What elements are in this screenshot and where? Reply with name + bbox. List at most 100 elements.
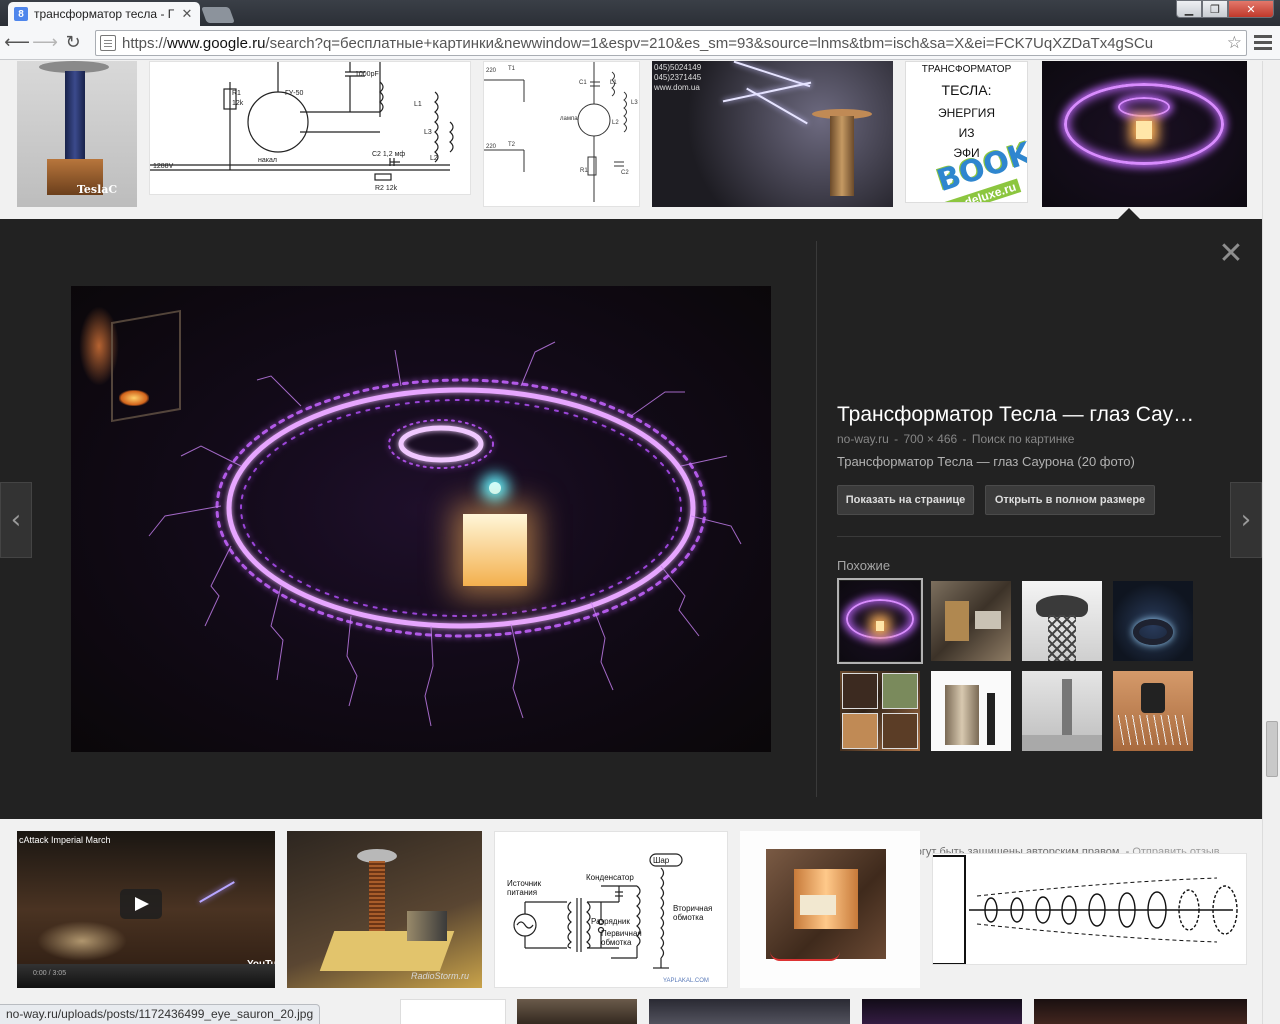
similar-image[interactable]: [1113, 671, 1193, 751]
maximize-icon[interactable]: ❐: [1202, 0, 1228, 18]
result-thumb-partial[interactable]: [400, 999, 506, 1024]
similar-image[interactable]: [1022, 581, 1102, 661]
status-bar: no-way.ru/uploads/posts/1172436499_eye_s…: [0, 1004, 321, 1024]
browser-tab[interactable]: 8 трансформатор тесла - Г ✕: [8, 2, 200, 26]
result-thumb-schematic-lamp[interactable]: 220 T1 220 T2 лампа C1 C2 R1 L1 L3 L2: [483, 61, 640, 207]
similar-image[interactable]: [931, 581, 1011, 661]
watermark: RadioStorm.ru: [411, 971, 470, 981]
new-tab-button[interactable]: [201, 7, 235, 23]
address-bar[interactable]: https://www.google.ru/search?q=бесплатны…: [95, 30, 1247, 56]
selected-indicator: [1118, 208, 1140, 219]
svg-text:T2: T2: [508, 142, 516, 148]
prev-image-arrow-icon[interactable]: ‹: [0, 482, 32, 558]
bookmark-star-icon[interactable]: ☆: [1227, 33, 1242, 53]
forward-arrow-icon[interactable]: ⟶: [31, 29, 59, 57]
svg-text:220: 220: [486, 68, 497, 74]
book-line: ТЕСЛА:: [941, 82, 992, 98]
url-text[interactable]: https://www.google.ru/search?q=бесплатны…: [122, 35, 1223, 52]
result-thumb-partial[interactable]: [517, 999, 637, 1024]
vertical-scrollbar[interactable]: [1262, 61, 1280, 1024]
result-thumb-field-diagram[interactable]: [932, 853, 1247, 965]
image-meta: no-way.ru - 700 × 466 - Поиск по картинк…: [837, 432, 1075, 446]
info-separator: [837, 536, 1221, 537]
svg-text:L1: L1: [414, 101, 422, 108]
close-icon[interactable]: ✕: [1216, 239, 1246, 269]
reload-icon[interactable]: ↻: [59, 29, 87, 57]
svg-text:L3: L3: [631, 100, 638, 106]
close-window-icon[interactable]: ✕: [1228, 0, 1274, 18]
title-bar: 8 трансформатор тесла - Г ✕ ▁ ❐ ✕: [0, 0, 1280, 26]
svg-text:1000pF: 1000pF: [355, 71, 379, 78]
similar-image[interactable]: [837, 578, 923, 664]
book-line: ИЗ: [958, 126, 975, 140]
book-line: ТРАНСФОРМАТОР: [921, 64, 1012, 75]
result-thumb-transformer[interactable]: [740, 831, 920, 988]
similar-image[interactable]: [931, 671, 1011, 751]
svg-text:220: 220: [486, 144, 497, 150]
svg-text:Разрядник: Разрядник: [591, 917, 630, 926]
tab-close-icon[interactable]: ✕: [180, 6, 194, 22]
back-arrow-icon[interactable]: ⟵: [3, 29, 31, 57]
video-title: cAttack Imperial March: [19, 835, 111, 845]
result-thumb-partial[interactable]: [1034, 999, 1247, 1024]
scrollbar-thumb[interactable]: [1266, 721, 1278, 777]
svg-text:YAPLAKAL.COM: YAPLAKAL.COM: [663, 978, 709, 984]
minimize-icon[interactable]: ▁: [1176, 0, 1202, 18]
svg-text:накал: накал: [258, 157, 277, 164]
source-domain-link[interactable]: no-way.ru: [837, 432, 889, 446]
similar-image[interactable]: [1022, 671, 1102, 751]
result-thumb-tesla-diagram[interactable]: Источник питания Конденсатор Разрядник Пе…: [494, 831, 728, 988]
page-icon[interactable]: [100, 35, 116, 51]
svg-text:C2: C2: [621, 170, 629, 176]
result-thumb-book[interactable]: ТРАНСФОРМАТОР ТЕСЛА: ЭНЕРГИЯ ИЗ ЭФИ BOOK…: [905, 61, 1028, 203]
result-thumb-partial[interactable]: [649, 999, 850, 1024]
similar-image[interactable]: [1113, 581, 1193, 661]
result-thumb-lab-photo[interactable]: 045)5024149 045)2371445 www.dom.ua: [652, 61, 893, 207]
svg-text:Источник: Источник: [507, 879, 542, 888]
panel-divider: [816, 241, 817, 797]
similar-images-label: Похожие: [837, 558, 891, 573]
view-full-size-button[interactable]: Открыть в полном размере: [985, 485, 1155, 515]
svg-text:1288V: 1288V: [153, 163, 174, 170]
result-thumb-schematic-gu50[interactable]: ГУ-50 1000pF R1 12k C2 1,2 мф R2 12k L1 …: [149, 61, 471, 195]
svg-text:Конденсатор: Конденсатор: [586, 873, 634, 882]
svg-text:L2: L2: [612, 120, 619, 126]
main-preview-image[interactable]: [71, 286, 771, 752]
svg-text:обмотка: обмотка: [673, 913, 704, 922]
visit-page-button[interactable]: Показать на странице: [837, 485, 974, 515]
svg-text:T1: T1: [508, 66, 516, 72]
result-thumb-tesla-ring-selected[interactable]: [1042, 61, 1247, 207]
svg-text:питания: питания: [507, 888, 537, 897]
svg-text:ГУ-50: ГУ-50: [285, 90, 303, 97]
result-thumb-tesla-coil[interactable]: TeslaC: [17, 61, 137, 207]
svg-text:Первичная: Первичная: [601, 929, 642, 938]
next-image-arrow-icon[interactable]: ›: [1230, 482, 1262, 558]
result-thumb-partial[interactable]: [862, 999, 1022, 1024]
image-results-page: TeslaC ГУ-50 1000pF R1 12k C2 1,2 мф R2 …: [0, 61, 1262, 1024]
svg-text:L2: L2: [430, 155, 438, 162]
similar-image[interactable]: [840, 671, 920, 751]
tab-title: трансформатор тесла - Г: [34, 7, 175, 21]
svg-text:L1: L1: [610, 80, 617, 86]
window-controls: ▁ ❐ ✕: [1176, 0, 1274, 18]
svg-text:12k: 12k: [232, 100, 244, 107]
video-controls: 0:00 / 3:05: [17, 964, 275, 988]
chrome-menu-icon[interactable]: [1254, 32, 1272, 54]
svg-text:R1: R1: [580, 168, 588, 174]
svg-text:C1: C1: [579, 80, 587, 86]
search-by-image-link[interactable]: Поиск по картинке: [972, 432, 1075, 446]
play-icon[interactable]: [120, 889, 162, 919]
svg-text:R1: R1: [232, 90, 241, 97]
book-line: ЭНЕРГИЯ: [937, 106, 996, 120]
result-thumb-coil-photo[interactable]: RadioStorm.ru: [287, 831, 482, 988]
result-thumb-video[interactable]: cAttack Imperial March YouTube 0:00 / 3:…: [17, 831, 275, 988]
image-preview-panel: ✕ ‹ › Трансформатор Тесла — глаз Сау… no…: [0, 219, 1262, 858]
svg-text:L3: L3: [424, 129, 432, 136]
browser-toolbar: ⟵ ⟶ ↻ https://www.google.ru/search?q=бес…: [0, 26, 1280, 60]
phone-text: 045)5024149 045)2371445 www.dom.ua: [654, 63, 702, 92]
image-dimensions: 700 × 466: [903, 432, 958, 446]
svg-text:Шар: Шар: [653, 856, 670, 865]
image-title[interactable]: Трансформатор Тесла — глаз Сау…: [837, 403, 1219, 427]
svg-text:R2 12k: R2 12k: [375, 185, 398, 192]
svg-text:обмотка: обмотка: [601, 938, 632, 947]
